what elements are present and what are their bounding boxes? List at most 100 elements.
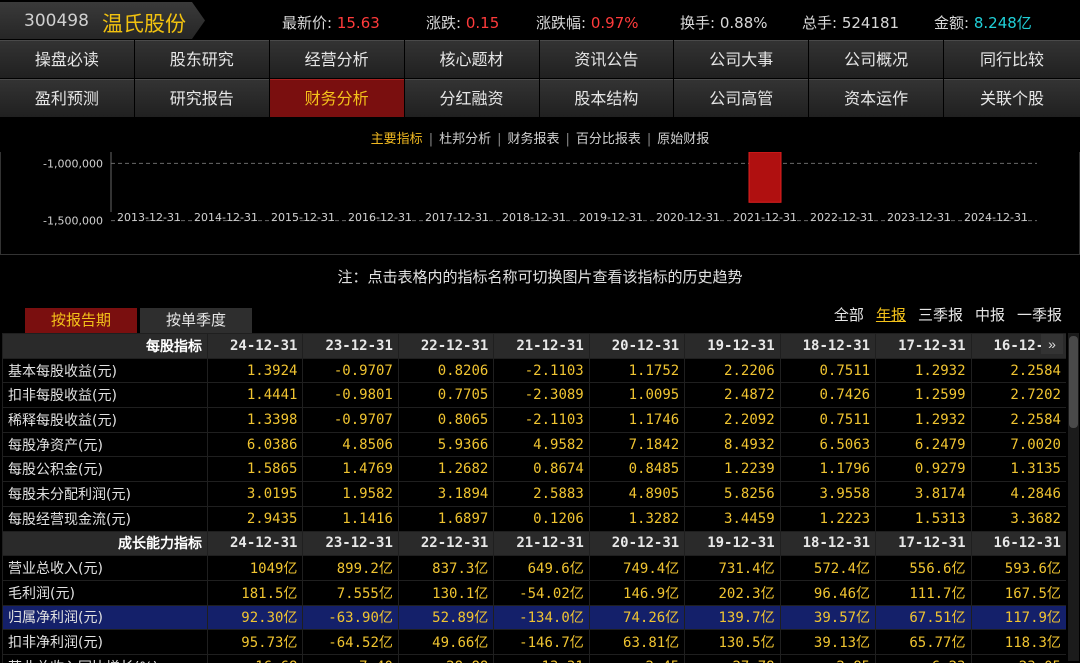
indicator-value: 837.3亿 [397, 555, 495, 581]
tab-separator: | [565, 132, 570, 147]
indicator-name[interactable]: 每股经营现金流(元) [2, 505, 208, 532]
indicator-value: 0.8206 [397, 357, 495, 384]
indicator-value: 3.1894 [397, 481, 495, 507]
indicator-name[interactable]: 每股未分配利润(元) [2, 481, 208, 507]
nav-tab[interactable]: 股东研究 [134, 40, 269, 78]
nav-tab[interactable]: 经营分析 [269, 40, 404, 78]
chart-bar [748, 152, 782, 203]
column-header: 20-12-31 [588, 333, 686, 359]
indicator-name[interactable]: 营业总收入同比增长(%) [2, 653, 208, 663]
nav-tab[interactable]: 资讯公告 [539, 40, 674, 78]
indicator-value: 1.2932 [875, 407, 972, 433]
nav-tab[interactable]: 分红融资 [404, 79, 539, 117]
quote-value: 0.15 [465, 14, 500, 32]
section-header-row: 成长能力指标 24-12-31 23-12-31 22-12-31 21-12-31 20… [2, 530, 1066, 557]
indicator-name[interactable]: 营业总收入(元) [2, 555, 208, 581]
indicator-value: 2.9435 [206, 505, 304, 532]
indicator-value: 4.9582 [493, 431, 590, 458]
x-tick-label: 2021-12-31 [733, 211, 797, 224]
indicator-value: 1.0095 [588, 382, 686, 409]
indicator-value: 899.2亿 [302, 555, 399, 581]
nav-tab[interactable]: 资本运作 [809, 79, 944, 117]
indicator-value: -2.1103 [493, 357, 590, 384]
indicator-value: 202.3亿 [684, 579, 781, 606]
column-header: 22-12-31 [397, 333, 495, 359]
nav-tab[interactable]: 研究报告 [134, 79, 269, 117]
subtab[interactable]: 杜邦分析 [439, 132, 491, 147]
indicator-value: 1.4769 [302, 456, 399, 483]
indicator-value: 3.3682 [970, 505, 1066, 532]
indicator-value: 649.6亿 [493, 555, 590, 581]
indicator-value: 130.1亿 [397, 579, 495, 606]
table-row: 扣非净利润(元) 95.73亿 -64.52亿 49.66亿 -146.7亿 63.81亿… [2, 629, 1066, 655]
report-filter[interactable]: 三季报 [918, 306, 963, 324]
tab-by-single-quarter[interactable]: 按单季度 [140, 308, 252, 333]
nav-tab[interactable]: 关联个股 [944, 79, 1080, 117]
indicator-value: 92.30亿 [206, 604, 304, 631]
stock-code: 300498 [24, 11, 89, 31]
tab-separator: | [497, 132, 502, 147]
column-header: 22-12-31 [397, 530, 495, 557]
table-row: 每股净资产(元) 6.0386 4.8506 5.9366 4.9582 7.1842 8.… [2, 431, 1066, 458]
nav-tab[interactable]: 盈利预测 [0, 79, 134, 117]
indicator-value: 39.57亿 [779, 604, 877, 631]
indicator-value: 556.6亿 [875, 555, 972, 581]
nav-tab[interactable]: 核心题材 [404, 40, 539, 78]
indicator-value: -13.31 [493, 653, 590, 663]
indicator-value: 1.3282 [588, 505, 686, 532]
report-type-filters: 全部 年报 三季报 中报 一季报 [822, 304, 1062, 325]
subtab[interactable]: 主要指标 [371, 132, 423, 147]
function-nav: 操盘必读 股东研究 经营分析 核心题材 资讯公告 公司大事 公司概况 同行比较 盈利预测 研究报… [0, 40, 1080, 118]
nav-tab[interactable]: 操盘必读 [0, 40, 134, 78]
indicator-value: 0.1206 [493, 505, 590, 532]
report-filter[interactable]: 一季报 [1017, 306, 1062, 324]
indicator-value: 74.26亿 [588, 604, 686, 631]
nav-tab[interactable]: 股本结构 [539, 79, 674, 117]
subtab[interactable]: 财务报表 [507, 132, 559, 147]
indicator-name[interactable]: 基本每股收益(元) [2, 357, 208, 384]
indicator-value: 4.8506 [302, 431, 399, 458]
section-title[interactable]: 每股指标 [2, 333, 208, 359]
indicator-value: 6.5063 [779, 431, 877, 458]
indicator-value: 0.8065 [397, 407, 495, 433]
x-tick-label: 2013-12-31 [117, 211, 181, 224]
indicator-value: 0.9279 [875, 456, 972, 483]
indicator-value: -134.0亿 [493, 604, 590, 631]
nav-tab[interactable]: 公司大事 [674, 40, 809, 78]
quote-label: 涨跌: [426, 14, 462, 32]
stock-name: 温氏股份 [102, 12, 186, 36]
indicator-name[interactable]: 每股公积金(元) [2, 456, 208, 483]
subtab[interactable]: 原始财报 [657, 132, 709, 147]
subtab[interactable]: 百分比报表 [576, 132, 641, 147]
scrollbar-thumb[interactable] [1069, 336, 1078, 428]
nav-tab[interactable]: 同行比较 [944, 40, 1080, 78]
indicator-name[interactable]: 每股净资产(元) [2, 431, 208, 458]
indicator-name[interactable]: 归属净利润(元) [2, 604, 208, 631]
report-filter[interactable]: 年报 [876, 306, 906, 324]
indicator-name[interactable]: 毛利润(元) [2, 579, 208, 606]
report-filter[interactable]: 中报 [975, 306, 1005, 324]
nav-tab[interactable]: 财务分析 [269, 79, 404, 117]
indicator-value: 8.4932 [684, 431, 781, 458]
indicator-value: 139.7亿 [684, 604, 781, 631]
report-filter[interactable]: 全部 [834, 306, 864, 324]
nav-tab[interactable]: 公司高管 [674, 79, 809, 117]
column-header: 19-12-31 [684, 333, 781, 359]
tab-by-report-period[interactable]: 按报告期 [25, 308, 137, 333]
section-title[interactable]: 成长能力指标 [2, 530, 208, 557]
column-header: 17-12-31 [875, 530, 972, 557]
indicator-name[interactable]: 扣非净利润(元) [2, 629, 208, 655]
indicator-value: 146.9亿 [588, 579, 686, 606]
column-header: 24-12-31 [206, 530, 304, 557]
indicator-name[interactable]: 扣非每股收益(元) [2, 382, 208, 409]
indicator-value: -63.90亿 [302, 604, 399, 631]
nav-tab[interactable]: 公司概况 [809, 40, 944, 78]
column-header: 21-12-31 [493, 333, 590, 359]
indicator-value: 2.85 [779, 653, 877, 663]
column-header: 24-12-31 [206, 333, 304, 359]
x-tick-label: 2015-12-31 [271, 211, 335, 224]
scroll-right-button[interactable]: » [1041, 334, 1063, 354]
indicator-name[interactable]: 稀释每股收益(元) [2, 407, 208, 433]
column-header: 20-12-31 [588, 530, 686, 557]
indicator-value: 7.1842 [588, 431, 686, 458]
